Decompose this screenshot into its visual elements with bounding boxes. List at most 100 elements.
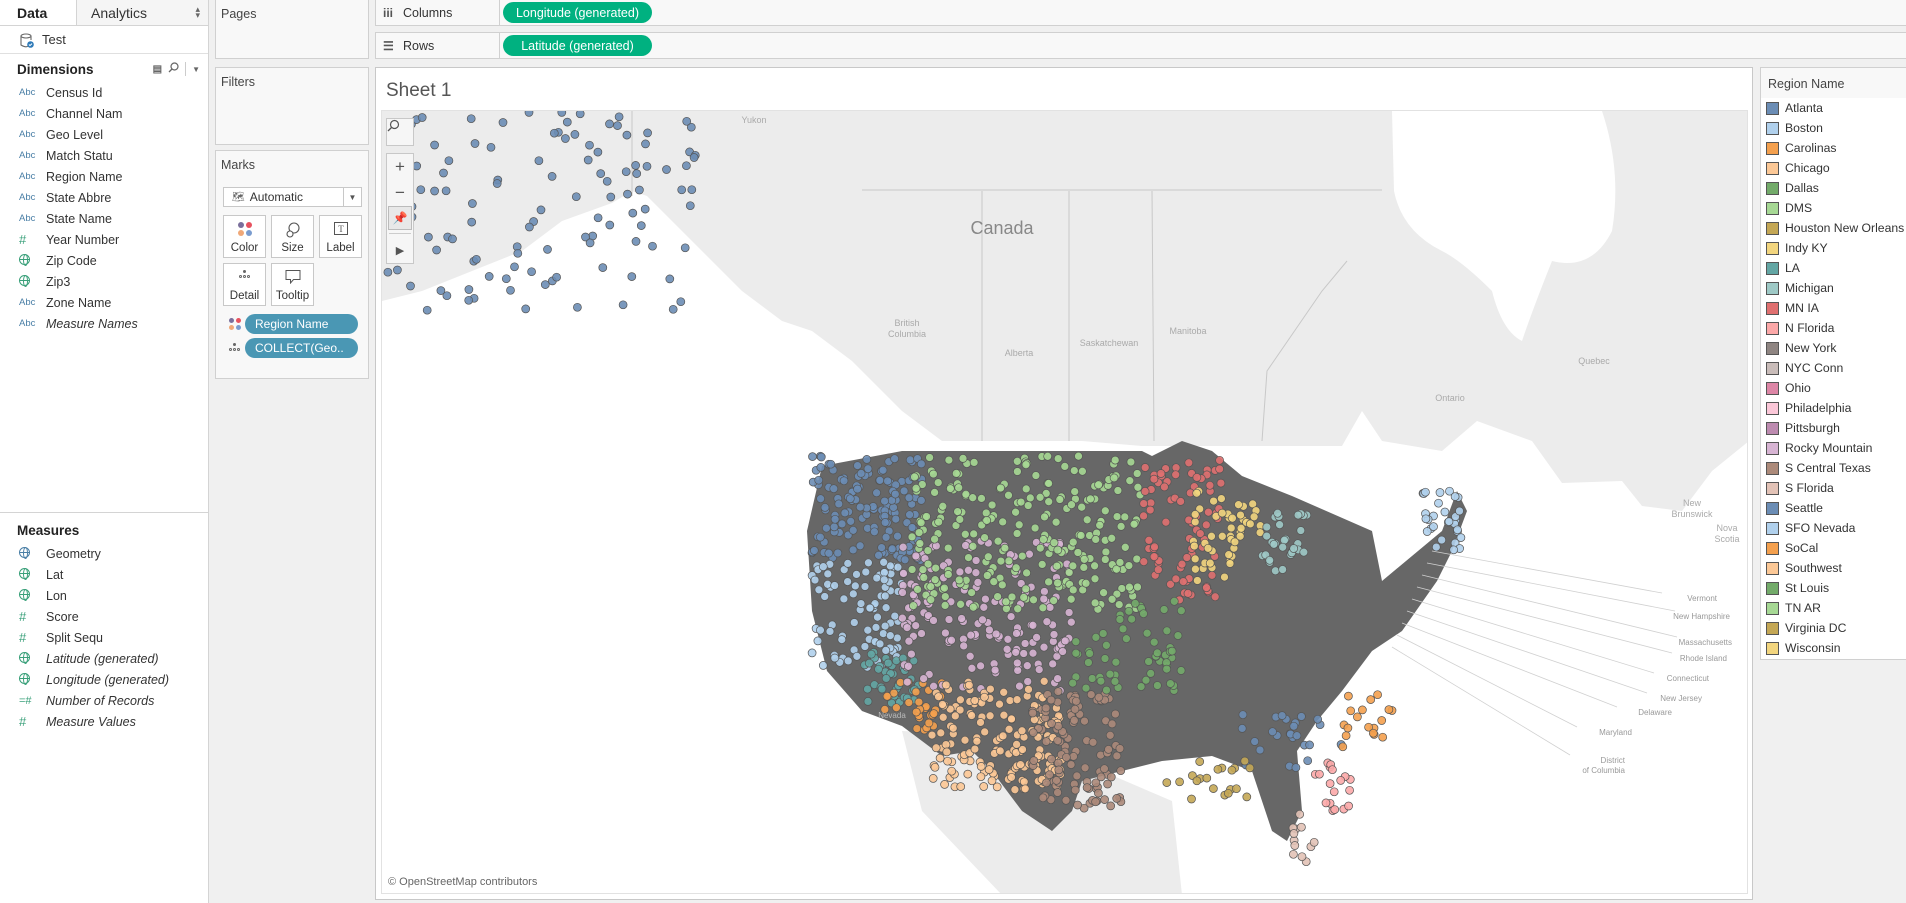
map-point[interactable] bbox=[1095, 520, 1105, 530]
map-point[interactable] bbox=[1124, 561, 1134, 570]
map-point[interactable] bbox=[1297, 712, 1306, 721]
map-point[interactable] bbox=[1011, 563, 1021, 573]
map-point[interactable] bbox=[954, 575, 964, 585]
map-point[interactable] bbox=[1238, 710, 1248, 720]
map-point[interactable] bbox=[1112, 512, 1122, 521]
field-item[interactable]: # Score bbox=[0, 606, 208, 627]
map-point[interactable] bbox=[970, 744, 980, 754]
field-item[interactable]: # Measure Values bbox=[0, 711, 208, 732]
map-point[interactable] bbox=[926, 582, 936, 591]
legend-item[interactable]: Philadelphia bbox=[1761, 398, 1906, 418]
map-point[interactable] bbox=[1120, 512, 1130, 522]
map-point[interactable] bbox=[1086, 494, 1095, 504]
map-point[interactable] bbox=[432, 245, 441, 255]
map-point[interactable] bbox=[1440, 507, 1450, 517]
map-point[interactable] bbox=[1068, 585, 1078, 595]
map-point[interactable] bbox=[1038, 603, 1048, 613]
map-point[interactable] bbox=[872, 573, 882, 583]
map-point[interactable] bbox=[1149, 637, 1159, 647]
map-point[interactable] bbox=[562, 117, 572, 127]
map-point[interactable] bbox=[850, 581, 860, 591]
map-point[interactable] bbox=[843, 656, 853, 666]
map-point[interactable] bbox=[1217, 508, 1227, 518]
map-point[interactable] bbox=[978, 615, 987, 625]
map-point[interactable] bbox=[570, 130, 580, 139]
map-point[interactable] bbox=[1444, 517, 1454, 526]
map-point[interactable] bbox=[444, 156, 454, 166]
tab-analytics[interactable]: Analytics ▴ ▾ bbox=[76, 0, 208, 25]
legend-item[interactable]: Wisconsin bbox=[1761, 638, 1906, 658]
map-point[interactable] bbox=[430, 140, 439, 150]
map-point[interactable] bbox=[513, 248, 523, 258]
map-point[interactable] bbox=[998, 517, 1008, 527]
map-point[interactable] bbox=[1145, 505, 1155, 515]
map-point[interactable] bbox=[810, 575, 820, 585]
map-point[interactable] bbox=[944, 455, 954, 465]
map-point[interactable] bbox=[834, 499, 844, 509]
map-point[interactable] bbox=[930, 575, 940, 585]
map-point[interactable] bbox=[1049, 596, 1058, 605]
map-point[interactable] bbox=[641, 139, 650, 149]
map-point[interactable] bbox=[981, 594, 990, 604]
map-point[interactable] bbox=[969, 458, 979, 467]
map-point[interactable] bbox=[986, 684, 995, 694]
legend-item[interactable]: Dallas bbox=[1761, 178, 1906, 198]
map-point[interactable] bbox=[676, 297, 686, 307]
map-point[interactable] bbox=[1289, 829, 1299, 838]
map-point[interactable] bbox=[1290, 841, 1300, 850]
map-point[interactable] bbox=[631, 161, 640, 170]
map-point[interactable] bbox=[935, 753, 945, 763]
map-point[interactable] bbox=[1109, 473, 1119, 483]
map-point[interactable] bbox=[864, 558, 873, 568]
map-point[interactable] bbox=[1094, 692, 1104, 702]
longitude-pill[interactable]: Longitude (generated) bbox=[503, 2, 652, 23]
map-point[interactable] bbox=[1162, 778, 1172, 787]
map-point[interactable] bbox=[929, 469, 938, 479]
map-point[interactable] bbox=[874, 550, 883, 560]
map-point[interactable] bbox=[1193, 576, 1202, 585]
map-point[interactable] bbox=[1074, 451, 1083, 461]
map-point[interactable] bbox=[1112, 751, 1122, 761]
map-point[interactable] bbox=[971, 568, 981, 578]
map-point[interactable] bbox=[960, 735, 970, 745]
collect-geometry-pill[interactable]: COLLECT(Geo.. bbox=[245, 338, 358, 358]
map-point[interactable] bbox=[1012, 529, 1022, 538]
map-point[interactable] bbox=[938, 501, 948, 511]
map-point[interactable] bbox=[1171, 470, 1181, 480]
map-point[interactable] bbox=[614, 112, 624, 122]
map-point[interactable] bbox=[602, 176, 612, 186]
map-point[interactable] bbox=[1068, 678, 1078, 688]
map-point[interactable] bbox=[1215, 464, 1224, 474]
map-point[interactable] bbox=[622, 130, 632, 140]
expand-toolbar-button[interactable]: ▶ bbox=[387, 237, 413, 263]
map-point[interactable] bbox=[843, 559, 853, 568]
map-point[interactable] bbox=[902, 677, 912, 687]
map-point[interactable] bbox=[837, 635, 847, 644]
tooltip-button[interactable]: Tooltip bbox=[271, 263, 314, 306]
map-point[interactable] bbox=[1115, 744, 1125, 753]
map-point[interactable] bbox=[1060, 462, 1070, 471]
map-point[interactable] bbox=[1023, 501, 1033, 510]
map-point[interactable] bbox=[1023, 677, 1033, 686]
map-point[interactable] bbox=[973, 578, 983, 587]
map-point[interactable] bbox=[1189, 541, 1199, 551]
legend-item[interactable]: N Florida bbox=[1761, 318, 1906, 338]
map-point[interactable] bbox=[575, 111, 585, 119]
map-point[interactable] bbox=[1201, 520, 1211, 530]
map-point[interactable] bbox=[843, 577, 852, 586]
map-point[interactable] bbox=[914, 697, 924, 707]
map-point[interactable] bbox=[1044, 497, 1054, 507]
map-point[interactable] bbox=[1100, 555, 1110, 564]
map-point[interactable] bbox=[1269, 539, 1279, 549]
map-point[interactable] bbox=[1431, 542, 1441, 552]
map-point[interactable] bbox=[1232, 784, 1241, 794]
legend-item[interactable]: S Central Texas bbox=[1761, 458, 1906, 478]
map-point[interactable] bbox=[943, 756, 952, 766]
map-point[interactable] bbox=[1082, 783, 1092, 792]
map-point[interactable] bbox=[1173, 631, 1183, 640]
map-point[interactable] bbox=[883, 658, 893, 668]
map-point[interactable] bbox=[956, 695, 965, 705]
map-point[interactable] bbox=[383, 267, 393, 277]
map-point[interactable] bbox=[1010, 785, 1020, 795]
map-point[interactable] bbox=[1064, 608, 1074, 617]
